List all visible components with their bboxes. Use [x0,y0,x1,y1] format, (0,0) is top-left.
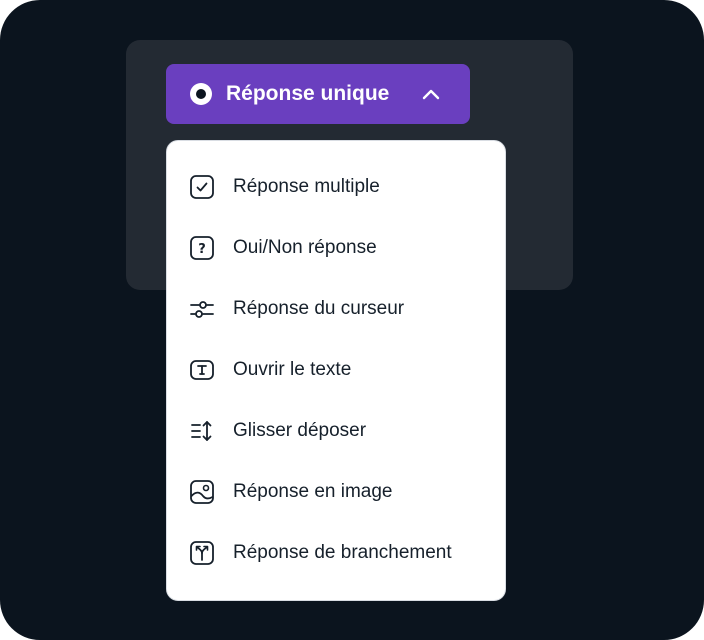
menu-item-open-text[interactable]: Ouvrir le texte [167,345,505,395]
menu-item-branching[interactable]: Réponse de branchement [167,528,505,578]
menu-item-label: Réponse du curseur [233,298,405,319]
menu-item-slider[interactable]: Réponse du curseur [167,284,505,334]
menu-item-drag-drop[interactable]: Glisser déposer [167,406,505,456]
menu-item-label: Ouvrir le texte [233,359,352,380]
answer-type-menu: Réponse multiple ? Oui/Non réponse Répon… [166,140,506,601]
menu-item-label: Réponse en image [233,481,393,502]
chevron-up-icon[interactable] [420,84,442,106]
reorder-icon [191,421,212,441]
app-frame: Réponse unique Réponse multiple ? Oui/No… [0,0,704,640]
menu-item-image[interactable]: Réponse en image [167,467,505,517]
dropdown-selected-label: Réponse unique [226,82,390,105]
menu-item-label: Glisser déposer [233,420,367,441]
menu-item-label: Oui/Non réponse [233,237,377,258]
question-box-icon: ? [190,236,214,260]
checkbox-icon [190,175,214,199]
menu-item-label: Réponse multiple [233,176,380,197]
sliders-icon [190,301,214,318]
radio-selected-icon [190,83,212,105]
answer-type-dropdown[interactable]: Réponse unique [166,64,470,124]
text-box-icon [190,360,214,380]
menu-item-yes-no[interactable]: ? Oui/Non réponse [167,223,505,273]
menu-item-multiple[interactable]: Réponse multiple [167,162,505,212]
branch-icon [190,541,214,565]
svg-text:?: ? [198,242,206,257]
image-icon [190,480,214,504]
menu-item-label: Réponse de branchement [233,542,452,563]
